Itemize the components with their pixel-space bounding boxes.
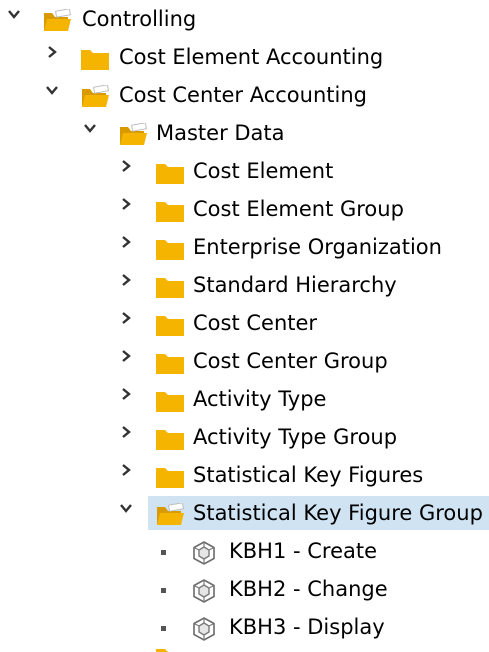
tree-node-label: Cost Element Accounting [119,45,384,69]
tree-node-label: Cost Center [193,311,318,335]
chevron-right-icon[interactable] [118,460,134,480]
chevron-right-icon[interactable] [118,346,134,366]
tree-node-controlling[interactable]: Controlling [0,0,489,38]
folder-open-icon [118,123,148,147]
tree-node-master-data[interactable]: Master Data [0,114,489,152]
tree-node-label: Cost Element Group [193,197,404,221]
tree-node-label: Activity Type Group [193,425,398,449]
chevron-right-icon[interactable] [118,308,134,328]
tree-leaf-kbh3[interactable]: KBH3 - Display [0,608,489,646]
tree-node-enterprise-organization[interactable]: Enterprise Organization [0,228,489,266]
bullet-icon [161,626,166,631]
tree-node-standard-hierarchy[interactable]: Standard Hierarchy [0,266,489,304]
tree-node-cost-center-accounting[interactable]: Cost Center Accounting [0,76,489,114]
tree-node-activity-type[interactable]: Activity Type [0,380,489,418]
folder-icon [155,427,185,451]
chevron-right-icon[interactable] [118,232,134,252]
chevron-right-icon[interactable] [118,384,134,404]
chevron-down-icon[interactable] [6,4,22,24]
tree-node-activity-type-group[interactable]: Activity Type Group [0,418,489,456]
tree-node-label: Statistical Key Figure Group [193,501,483,525]
tree-node-cost-element[interactable]: Cost Element [0,152,489,190]
tree-node-label: Cost Element [193,159,334,183]
tree-node-statistical-key-figures[interactable]: Statistical Key Figures [0,456,489,494]
tree-node-statistical-key-figure-group[interactable]: Statistical Key Figure Group [0,494,489,532]
tree-node-label: Enterprise Organization [193,235,442,259]
folder-icon [155,237,185,261]
bullet-icon [161,550,166,555]
chevron-right-icon[interactable] [118,270,134,290]
folder-open-icon [155,503,185,527]
transaction-cube-icon [191,616,217,642]
tree-node-label: Controlling [82,7,197,31]
folder-open-icon [80,85,110,109]
tree-node-cost-center[interactable]: Cost Center [0,304,489,342]
tree-node-label: Cost Center Group [193,349,388,373]
tree-leaf-label: KBH3 - Display [229,615,385,639]
tree-node-label: Master Data [156,121,285,145]
bullet-icon [161,588,166,593]
tree-node-label: Standard Hierarchy [193,273,397,297]
tree-leaf-kbh2[interactable]: KBH2 - Change [0,570,489,608]
tree-node-cost-element-group[interactable]: Cost Element Group [0,190,489,228]
tree-node-label: Activity Type [193,387,327,411]
tree-node-label: Cost Center Accounting [119,83,367,107]
chevron-down-icon[interactable] [82,118,98,138]
chevron-right-icon[interactable] [118,156,134,176]
folder-open-icon [42,9,72,33]
chevron-right-icon[interactable] [118,422,134,442]
chevron-right-icon[interactable] [44,42,60,62]
tree-leaf-kbh1[interactable]: KBH1 - Create [0,532,489,570]
folder-icon [155,646,185,652]
folder-icon [155,465,185,489]
folder-icon [155,389,185,413]
chevron-right-icon[interactable] [118,194,134,214]
folder-icon [155,351,185,375]
chevron-down-icon[interactable] [118,498,134,518]
menu-tree: Controlling Cost Element Accounting Cost… [0,0,489,652]
transaction-cube-icon [191,540,217,566]
folder-icon [155,199,185,223]
tree-leaf-label: KBH2 - Change [229,577,388,601]
chevron-down-icon[interactable] [44,80,60,100]
folder-icon [155,313,185,337]
tree-node-cost-center-group[interactable]: Cost Center Group [0,342,489,380]
tree-leaf-label: KBH1 - Create [229,539,378,563]
tree-node-cost-element-accounting[interactable]: Cost Element Accounting [0,38,489,76]
tree-node-label: Statistical Key Figures [193,463,424,487]
folder-icon [155,275,185,299]
transaction-cube-icon [191,578,217,604]
folder-icon [80,47,110,71]
folder-icon [155,161,185,185]
